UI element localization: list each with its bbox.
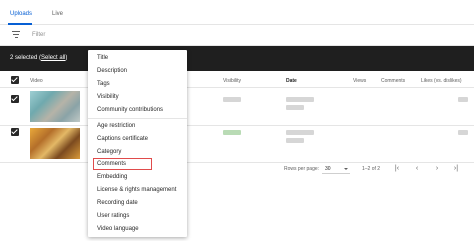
menu-item-comments[interactable]: Comments — [97, 161, 126, 167]
likes-value — [458, 130, 468, 135]
rows-per-page-select[interactable]: 30 — [322, 163, 350, 174]
selection-count-label: 2 selected ( — [10, 55, 42, 61]
selection-count: 2 selected (Select all) — [10, 55, 67, 61]
video-thumbnail[interactable] — [30, 91, 80, 122]
date-value — [286, 130, 314, 135]
selection-bar: 2 selected (Select all) — [0, 46, 474, 71]
menu-item-user-ratings[interactable]: User ratings — [97, 213, 129, 219]
video-thumbnail[interactable] — [30, 128, 80, 159]
menu-item-age-restriction[interactable]: Age restriction — [97, 123, 135, 129]
table-row[interactable] — [0, 126, 474, 163]
next-page-icon[interactable]: › — [432, 164, 442, 174]
menu-item-video-language[interactable]: Video language — [97, 226, 139, 232]
header-visibility[interactable]: Visibility — [223, 78, 241, 84]
menu-item-title[interactable]: Title — [97, 55, 108, 61]
edit-field-menu: Title Description Tags Visibility Commun… — [88, 50, 187, 237]
select-all-checkbox[interactable] — [11, 76, 19, 84]
page-range: 1–2 of 2 — [362, 166, 381, 172]
pagination-bar: Rows per page: 30 1–2 of 2 |‹ ‹ › ›| — [0, 163, 474, 177]
filter-input[interactable]: Filter — [32, 32, 45, 38]
menu-item-recording-date[interactable]: Recording date — [97, 200, 138, 206]
header-views[interactable]: Views — [353, 78, 366, 84]
header-video: Video — [30, 78, 43, 84]
header-comments[interactable]: Comments — [381, 78, 405, 84]
menu-item-category[interactable]: Category — [97, 149, 121, 155]
menu-divider — [88, 118, 187, 119]
menu-item-license-rights[interactable]: License & rights management — [97, 187, 176, 193]
menu-item-visibility[interactable]: Visibility — [97, 94, 119, 100]
filter-icon[interactable] — [12, 31, 20, 38]
tab-live[interactable]: Live — [52, 11, 63, 17]
tab-bar: Uploads Live — [0, 0, 474, 25]
table-row[interactable] — [0, 89, 474, 126]
menu-item-community-contributions[interactable]: Community contributions — [97, 107, 163, 113]
visibility-value — [223, 130, 241, 135]
first-page-icon[interactable]: |‹ — [392, 164, 402, 174]
select-all-link[interactable]: Select all — [41, 55, 65, 61]
date-subvalue — [286, 105, 304, 110]
visibility-value — [223, 97, 241, 102]
rows-per-page-value: 30 — [325, 166, 331, 172]
chevron-down-icon — [344, 168, 348, 170]
menu-item-tags[interactable]: Tags — [97, 81, 110, 87]
date-subvalue — [286, 138, 304, 143]
rows-per-page-label: Rows per page: — [284, 166, 320, 172]
menu-item-embedding[interactable]: Embedding — [97, 174, 127, 180]
tab-uploads[interactable]: Uploads — [10, 11, 32, 17]
filter-bar: Filter — [0, 25, 474, 46]
menu-item-captions-certificate[interactable]: Captions certificate — [97, 136, 148, 142]
last-page-icon[interactable]: ›| — [451, 164, 461, 174]
header-likes[interactable]: Likes (vs. dislikes) — [421, 78, 462, 84]
selection-close-paren: ) — [65, 55, 68, 61]
likes-value — [458, 97, 468, 102]
prev-page-icon[interactable]: ‹ — [412, 164, 422, 174]
header-date[interactable]: Date — [286, 78, 297, 84]
row-checkbox[interactable] — [11, 128, 19, 136]
menu-item-description[interactable]: Description — [97, 68, 127, 74]
date-value — [286, 97, 314, 102]
table-header: Video Visibility Date Views Comments Lik… — [0, 71, 474, 88]
row-checkbox[interactable] — [11, 95, 19, 103]
